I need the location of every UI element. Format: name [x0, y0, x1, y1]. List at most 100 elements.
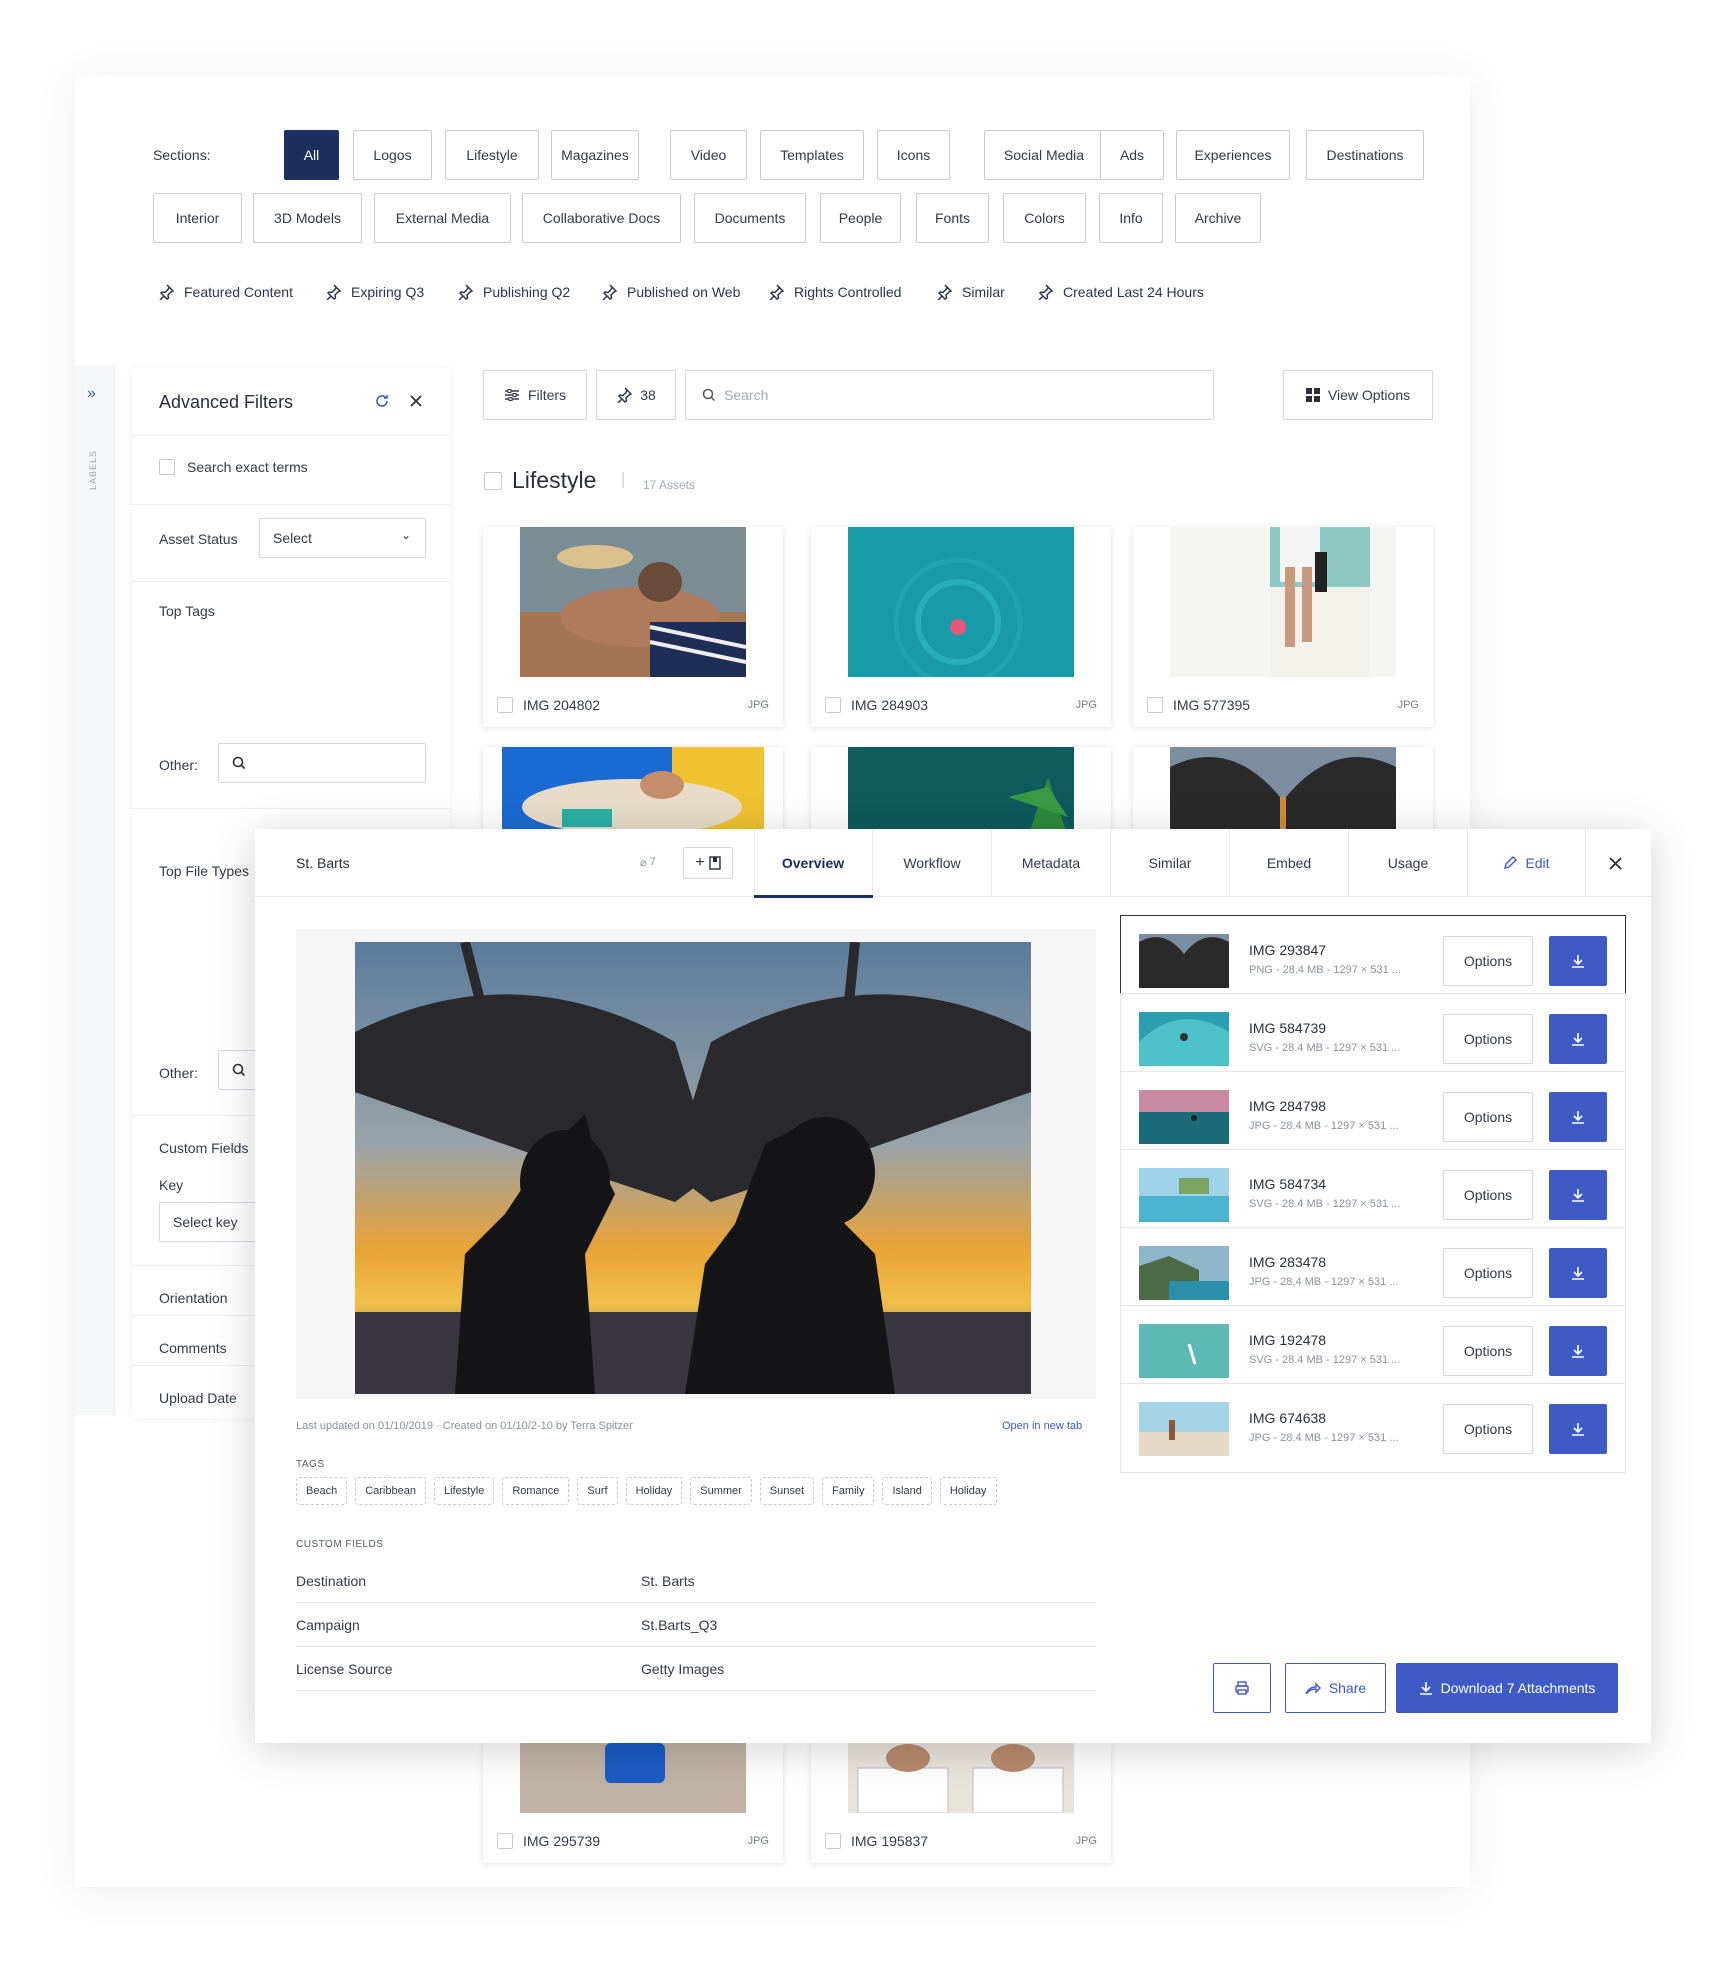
section-chip[interactable]: Experiences — [1176, 130, 1290, 180]
asset-card[interactable]: IMG 577395 JPG — [1133, 527, 1433, 727]
section-chip[interactable]: Lifestyle — [445, 130, 539, 180]
tag-chip[interactable]: Island — [882, 1477, 932, 1505]
open-new-tab-link[interactable]: Open in new tab — [1002, 1420, 1082, 1432]
pinned-filter[interactable]: Created Last 24 Hours — [1037, 284, 1204, 300]
section-chip[interactable]: External Media — [374, 193, 511, 243]
print-button[interactable] — [1213, 1663, 1271, 1713]
section-chip[interactable]: Fonts — [916, 193, 989, 243]
view-options-button[interactable]: View Options — [1283, 370, 1433, 420]
tag-chip[interactable]: Romance — [502, 1477, 570, 1505]
other-tags-search[interactable] — [218, 743, 426, 783]
pinned-filter[interactable]: Rights Controlled — [768, 284, 901, 300]
section-chip[interactable]: 3D Models — [253, 193, 362, 243]
tag-chip[interactable]: Holiday — [939, 1477, 997, 1505]
expand-rail-icon[interactable]: » — [87, 385, 96, 403]
section-chip[interactable]: Ads — [1100, 130, 1164, 180]
tag-chip[interactable]: Holiday — [625, 1477, 683, 1505]
tag-chip[interactable]: Family — [822, 1477, 875, 1505]
section-chip[interactable]: Magazines — [551, 130, 639, 180]
options-button[interactable]: Options — [1443, 1170, 1533, 1220]
download-button[interactable] — [1549, 1326, 1607, 1376]
printer-icon — [1235, 1681, 1249, 1695]
asset-card[interactable]: IMG 195837 JPG — [811, 1743, 1111, 1863]
tag-chip[interactable]: Sunset — [759, 1477, 815, 1505]
asset-card[interactable]: IMG 295739 JPG — [483, 1743, 783, 1863]
section-chip[interactable]: All — [284, 130, 339, 180]
asset-card[interactable]: IMG 204802 JPG — [483, 527, 783, 727]
attachment-row[interactable]: IMG 674638 JPG - 28.4 MB - 1297 × 531 ...… — [1120, 1383, 1626, 1473]
attachment-row[interactable]: IMG 293847 PNG - 28.4 MB - 1297 × 531 ...… — [1120, 915, 1626, 1005]
reset-filters-icon[interactable] — [374, 393, 390, 409]
filters-button[interactable]: Filters — [483, 370, 587, 420]
add-to-collection-button[interactable]: + — [683, 847, 733, 879]
pinned-filter[interactable]: Similar — [936, 284, 1005, 300]
download-button[interactable] — [1549, 936, 1607, 986]
share-button[interactable]: Share — [1285, 1663, 1386, 1713]
section-chip[interactable]: Social Media — [984, 130, 1104, 180]
section-chip[interactable]: Destinations — [1306, 130, 1424, 180]
tag-chip[interactable]: Caribbean — [355, 1477, 426, 1505]
section-chip[interactable]: Documents — [694, 193, 806, 243]
tab-embed[interactable]: Embed — [1230, 829, 1349, 897]
download-all-button[interactable]: Download 7 Attachments — [1396, 1663, 1618, 1713]
section-chip[interactable]: Interior — [153, 193, 242, 243]
search-input[interactable]: Search — [685, 370, 1214, 420]
tag-chip[interactable]: Beach — [296, 1477, 348, 1505]
section-chip[interactable]: Templates — [760, 130, 864, 180]
asset-card[interactable]: IMG 284903 JPG — [811, 527, 1111, 727]
options-button[interactable]: Options — [1443, 1326, 1533, 1376]
download-button[interactable] — [1549, 1248, 1607, 1298]
options-button[interactable]: Options — [1443, 1092, 1533, 1142]
pinned-count-button[interactable]: 38 — [596, 370, 676, 420]
attachment-row[interactable]: IMG 192478 SVG - 28.4 MB - 1297 × 531 ...… — [1120, 1305, 1626, 1395]
divider: | — [621, 471, 626, 488]
orientation-filter[interactable]: Orientation — [159, 1290, 227, 1306]
upload-date-filter[interactable]: Upload Date — [159, 1390, 237, 1406]
pinned-filter[interactable]: Publishing Q2 — [457, 284, 570, 300]
asset-card[interactable] — [483, 747, 783, 837]
tab-workflow[interactable]: Workflow — [873, 829, 992, 897]
attachment-row[interactable]: IMG 284798 JPG - 28.4 MB - 1297 × 531 ...… — [1120, 1071, 1626, 1161]
select-all-checkbox[interactable] — [484, 472, 502, 490]
pinned-filter[interactable]: Published on Web — [601, 284, 740, 300]
pinned-filter[interactable]: Featured Content — [158, 284, 293, 300]
section-chip[interactable]: Colors — [1003, 193, 1086, 243]
asset-card[interactable] — [811, 747, 1111, 837]
section-chip[interactable]: Video — [670, 130, 747, 180]
edit-button[interactable]: Edit — [1468, 829, 1586, 897]
section-chip[interactable]: Collaborative Docs — [522, 193, 681, 243]
pinned-filter[interactable]: Expiring Q3 — [325, 284, 424, 300]
options-button[interactable]: Options — [1443, 1248, 1533, 1298]
tab-usage[interactable]: Usage — [1349, 829, 1468, 897]
tab-similar[interactable]: Similar — [1111, 829, 1230, 897]
tag-chip[interactable]: Summer — [690, 1477, 752, 1505]
options-button[interactable]: Options — [1443, 1014, 1533, 1064]
attachment-row[interactable]: IMG 283478 JPG - 28.4 MB - 1297 × 531 ...… — [1120, 1227, 1626, 1317]
download-button[interactable] — [1549, 1404, 1607, 1454]
tag-chip[interactable]: Lifestyle — [433, 1477, 495, 1505]
asset-card[interactable] — [1133, 747, 1433, 837]
section-chip[interactable]: People — [820, 193, 901, 243]
download-button[interactable] — [1549, 1014, 1607, 1064]
close-modal-icon[interactable] — [1609, 857, 1622, 870]
section-chip[interactable]: Icons — [877, 130, 950, 180]
tab-metadata[interactable]: Metadata — [992, 829, 1111, 897]
tab-overview[interactable]: Overview — [754, 829, 873, 897]
asset-status-select[interactable]: Select ⌄ — [259, 518, 426, 558]
download-button[interactable] — [1549, 1170, 1607, 1220]
labels-rail[interactable]: » LABELS — [75, 365, 115, 1415]
download-icon — [1572, 955, 1584, 968]
download-button[interactable] — [1549, 1092, 1607, 1142]
options-button[interactable]: Options — [1443, 1404, 1533, 1454]
section-chip[interactable]: Info — [1099, 193, 1163, 243]
exact-terms-checkbox[interactable]: Search exact terms — [159, 459, 308, 475]
close-filters-icon[interactable] — [410, 395, 422, 407]
surfers-sunset-preview[interactable] — [355, 942, 1031, 1394]
options-button[interactable]: Options — [1443, 936, 1533, 986]
section-chip[interactable]: Logos — [353, 130, 432, 180]
section-chip[interactable]: Archive — [1175, 193, 1261, 243]
comments-filter[interactable]: Comments — [159, 1340, 227, 1356]
tag-chip[interactable]: Surf — [577, 1477, 618, 1505]
attachment-row[interactable]: IMG 584734 SVG - 28.4 MB - 1297 × 531 ...… — [1120, 1149, 1626, 1239]
attachment-row[interactable]: IMG 584739 SVG - 28.4 MB - 1297 × 531 ...… — [1120, 993, 1626, 1083]
